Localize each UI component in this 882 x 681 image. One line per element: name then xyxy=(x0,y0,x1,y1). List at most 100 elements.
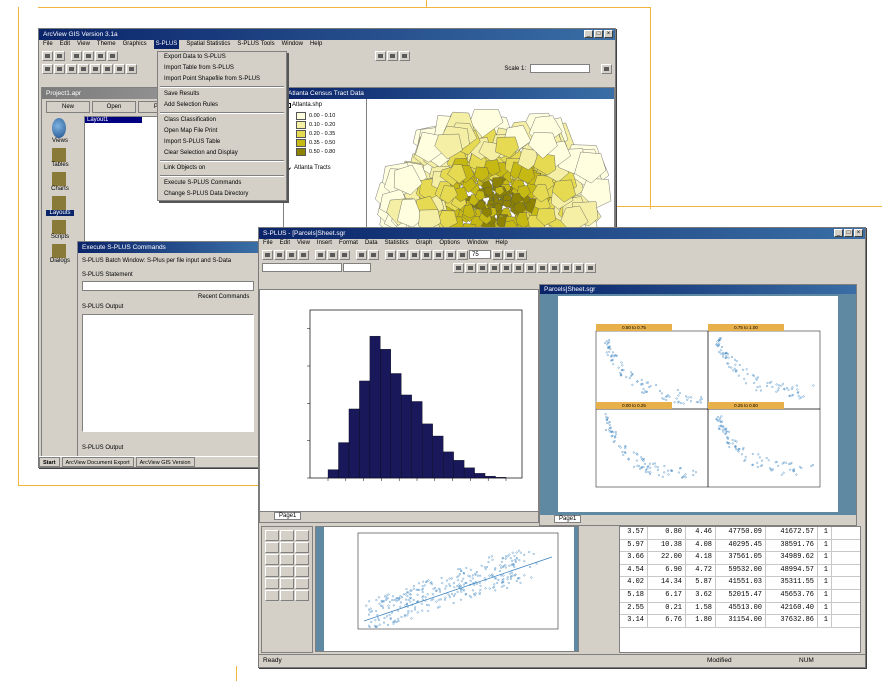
data-point[interactable] xyxy=(506,555,509,558)
data-point[interactable] xyxy=(474,572,477,575)
data-point[interactable] xyxy=(483,566,486,569)
add-theme-icon[interactable] xyxy=(71,50,82,61)
text-icon[interactable] xyxy=(126,63,137,74)
data-point[interactable] xyxy=(625,376,628,379)
data-point[interactable] xyxy=(677,394,680,397)
data-point[interactable] xyxy=(692,469,695,472)
data-point[interactable] xyxy=(609,347,612,350)
table-cell[interactable]: 1 xyxy=(818,602,832,615)
data-point[interactable] xyxy=(384,595,387,598)
data-point[interactable] xyxy=(438,605,441,608)
menu-edit[interactable]: Edit xyxy=(280,239,290,248)
data-point[interactable] xyxy=(469,575,472,578)
data-point[interactable] xyxy=(399,605,402,608)
data-point[interactable] xyxy=(377,596,380,599)
data-point[interactable] xyxy=(392,620,395,623)
data-point[interactable] xyxy=(612,351,615,354)
charts-icon[interactable] xyxy=(52,172,66,186)
data-point[interactable] xyxy=(468,594,471,597)
data-point[interactable] xyxy=(506,586,509,589)
data-point[interactable] xyxy=(689,400,692,403)
data-point[interactable] xyxy=(441,582,444,585)
histogram-bar[interactable] xyxy=(369,335,381,479)
data-point[interactable] xyxy=(735,440,738,443)
data-point[interactable] xyxy=(699,399,702,402)
data-point[interactable] xyxy=(607,416,610,419)
data-point[interactable] xyxy=(421,585,424,588)
data-point[interactable] xyxy=(716,416,719,419)
data-point[interactable] xyxy=(493,583,496,586)
histogram-bar[interactable] xyxy=(411,401,423,479)
data-point[interactable] xyxy=(733,367,736,370)
identify-icon[interactable] xyxy=(54,63,65,74)
align-right-icon[interactable] xyxy=(501,262,512,273)
data-point[interactable] xyxy=(431,583,434,586)
table-cell[interactable]: 5.87 xyxy=(686,577,716,589)
data-point[interactable] xyxy=(417,582,420,585)
data-point[interactable] xyxy=(504,566,507,569)
data-point[interactable] xyxy=(735,360,738,363)
data-point[interactable] xyxy=(467,574,470,577)
data-point[interactable] xyxy=(695,400,698,403)
data-point[interactable] xyxy=(716,419,719,422)
zoom-input[interactable]: 75 xyxy=(469,250,491,259)
data-point[interactable] xyxy=(423,584,426,587)
table-row[interactable]: 4.54 6.90 4.72 59532.00 48994.57 1 xyxy=(620,564,860,578)
table-cell[interactable]: 3.14 xyxy=(620,615,648,627)
data-point[interactable] xyxy=(409,600,412,603)
data-point[interactable] xyxy=(399,595,402,598)
type-dialogs[interactable]: Dialogs xyxy=(46,258,74,264)
data-point[interactable] xyxy=(392,622,395,625)
data-point[interactable] xyxy=(496,582,499,585)
data-point[interactable] xyxy=(377,617,380,620)
data-point[interactable] xyxy=(720,415,723,418)
data-point[interactable] xyxy=(532,552,535,555)
table-cell[interactable]: 1 xyxy=(818,615,832,627)
data-point[interactable] xyxy=(606,422,609,425)
menu-view[interactable]: View xyxy=(77,40,90,49)
data-point[interactable] xyxy=(608,428,611,431)
data-point[interactable] xyxy=(753,381,756,384)
data-point[interactable] xyxy=(500,574,503,577)
data-point[interactable] xyxy=(630,371,633,374)
data-point[interactable] xyxy=(675,397,678,400)
splus-menu-item[interactable]: Export Data to S-PLUS xyxy=(158,52,286,63)
data-point[interactable] xyxy=(770,380,773,383)
data-point[interactable] xyxy=(435,600,438,603)
data-point[interactable] xyxy=(412,598,415,601)
data-point[interactable] xyxy=(513,559,516,562)
data-point[interactable] xyxy=(619,446,622,449)
scale-icon[interactable] xyxy=(601,63,612,74)
data-point[interactable] xyxy=(430,599,433,602)
data-point[interactable] xyxy=(640,378,643,381)
table-cell[interactable]: 4.08 xyxy=(686,539,716,552)
data-point[interactable] xyxy=(387,593,390,596)
data-point[interactable] xyxy=(519,581,522,584)
data-point[interactable] xyxy=(812,384,815,387)
data-point[interactable] xyxy=(790,387,793,390)
data-point[interactable] xyxy=(509,572,512,575)
project-new-button[interactable]: New xyxy=(46,101,90,113)
data-point[interactable] xyxy=(758,385,761,388)
data-point[interactable] xyxy=(727,356,730,359)
histogram-bar[interactable] xyxy=(359,380,371,479)
data-point[interactable] xyxy=(614,431,617,434)
data-point[interactable] xyxy=(756,465,759,468)
data-point[interactable] xyxy=(391,599,394,602)
splus-menu-item[interactable]: Execute S-PLUS Commands xyxy=(158,178,286,189)
data-point[interactable] xyxy=(694,471,697,474)
data-point[interactable] xyxy=(686,398,689,401)
data-point[interactable] xyxy=(438,590,441,593)
data-point[interactable] xyxy=(413,608,416,611)
data-point[interactable] xyxy=(388,614,391,617)
data-point[interactable] xyxy=(608,423,611,426)
data-point[interactable] xyxy=(668,395,671,398)
data-point[interactable] xyxy=(617,366,620,369)
chart-icon[interactable] xyxy=(585,262,596,273)
data-point[interactable] xyxy=(765,456,768,459)
data-point[interactable] xyxy=(649,471,652,474)
data-point[interactable] xyxy=(371,610,374,613)
data-point[interactable] xyxy=(383,616,386,619)
tile-icon[interactable] xyxy=(504,249,515,260)
data-point[interactable] xyxy=(612,363,615,366)
